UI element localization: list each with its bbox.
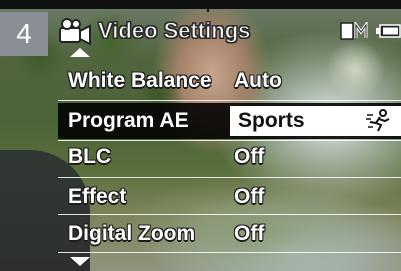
menu-item-blc[interactable]: BLC Off — [58, 140, 401, 174]
screen-frame: 4 Video Settings White Balance Auto Prog… — [0, 0, 401, 271]
top-border — [0, 0, 401, 12]
menu-item-digital-zoom[interactable]: Digital Zoom Off — [58, 217, 401, 251]
selected-value-box[interactable]: Sports — [230, 106, 401, 136]
scroll-down-arrow-icon[interactable] — [70, 257, 90, 266]
menu-item-label: Program AE — [68, 109, 189, 132]
memory-mode-icon — [340, 22, 368, 40]
menu-item-value: Off — [234, 185, 265, 208]
divider — [58, 100, 401, 101]
step-number-badge: 4 — [0, 12, 48, 56]
top-border-notch — [207, 0, 209, 12]
divider — [58, 252, 401, 253]
menu-item-value: Auto — [234, 69, 282, 92]
menu-item-program-ae[interactable]: Program AE Sports — [58, 103, 401, 139]
menu-item-label: White Balance — [68, 69, 212, 92]
divider — [58, 214, 401, 215]
menu-item-label: Digital Zoom — [68, 222, 196, 245]
menu-item-value: Sports — [238, 109, 305, 132]
menu-item-label: Effect — [68, 185, 127, 208]
video-camera-icon — [59, 18, 91, 46]
divider — [58, 177, 401, 178]
sports-running-icon — [366, 109, 390, 132]
menu-title: Video Settings — [58, 16, 251, 46]
menu-item-white-balance[interactable]: White Balance Auto — [58, 64, 401, 98]
menu-item-effect[interactable]: Effect Off — [58, 180, 401, 214]
menu-title-text: Video Settings — [97, 18, 251, 44]
menu-item-value: Off — [234, 145, 265, 168]
menu-item-value: Off — [234, 222, 265, 245]
battery-icon — [376, 24, 401, 38]
menu-item-label: BLC — [68, 145, 112, 168]
scroll-up-arrow-icon[interactable] — [70, 48, 90, 57]
